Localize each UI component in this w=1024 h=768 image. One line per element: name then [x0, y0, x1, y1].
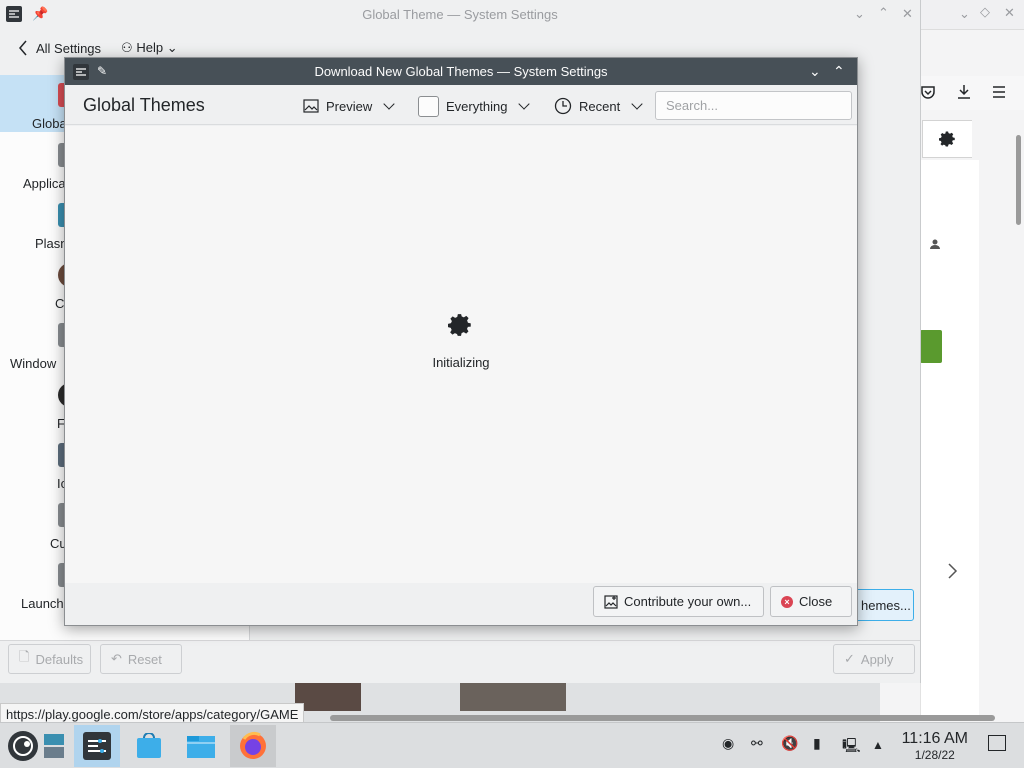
reset-icon: ↶ — [111, 651, 122, 666]
sidebar-item-global-theme[interactable]: Globa — [32, 116, 67, 131]
taskbar-file-manager[interactable] — [178, 725, 224, 767]
sidebar-item-application-style[interactable]: Applica — [23, 176, 66, 191]
tray-expand-icon[interactable]: ▲ — [872, 738, 884, 752]
close-icon: × — [781, 595, 793, 608]
help-icon: ⚇ — [121, 40, 133, 55]
checkmark-icon: ✓ — [844, 651, 855, 666]
clock-time: 11:16 AM — [901, 730, 968, 747]
search-input[interactable] — [655, 91, 852, 120]
user-icon — [930, 239, 940, 249]
show-desktop-button[interactable] — [40, 725, 68, 767]
usb-device-icon[interactable]: ▮ — [813, 735, 821, 752]
clock[interactable]: 11:16 AM 1/28/22 — [902, 730, 968, 762]
dialog-header: Global Themes Preview Everything Recent — [65, 85, 857, 125]
green-action-button[interactable] — [920, 330, 942, 363]
image-icon — [303, 99, 319, 113]
minimize-icon[interactable]: ⌄ — [959, 6, 970, 22]
discover-icon — [137, 733, 161, 758]
upload-image-icon — [604, 594, 618, 609]
maximize-icon[interactable]: ◇ — [980, 4, 990, 20]
dialog-titlebar: ✎ Download New Global Themes — System Se… — [65, 58, 857, 85]
download-themes-dialog: ✎ Download New Global Themes — System Se… — [64, 57, 858, 626]
settings-nav: All Settings ⚇ Help ⌄ — [18, 40, 178, 56]
sidebar-item-plasma-style[interactable]: Plasn — [35, 236, 68, 251]
clock-date: 1/28/22 — [914, 748, 955, 762]
dialog-header-title: Global Themes — [83, 95, 205, 115]
defaults-button[interactable]: 🗋 Defaults — [8, 644, 91, 674]
clipboard-tray-icon[interactable]: ◉ — [722, 735, 734, 752]
system-settings-icon — [83, 732, 111, 760]
desktop-icon — [44, 734, 64, 758]
download-icon[interactable] — [956, 84, 972, 100]
settings-window-title: Global Theme — System Settings — [362, 7, 558, 22]
menu-icon[interactable] — [992, 85, 1006, 99]
back-arrow-icon[interactable] — [18, 40, 28, 56]
apply-button[interactable]: ✓ Apply — [833, 644, 915, 674]
dialog-content-area: Initializing — [65, 126, 857, 584]
status-text: Initializing — [432, 355, 490, 370]
firefox-icon — [240, 731, 266, 759]
browser-content — [920, 160, 979, 720]
taskbar-discover[interactable] — [126, 725, 172, 767]
maximize-icon[interactable]: ⌃ — [833, 63, 845, 80]
contribute-button[interactable]: Contribute your own... — [593, 586, 764, 617]
reset-button[interactable]: ↶ Reset — [100, 644, 182, 674]
gear-icon — [938, 131, 955, 147]
sidebar-item-window-decorations[interactable]: Window — [10, 356, 56, 371]
horizontal-scrollbar[interactable] — [330, 715, 995, 721]
settings-bottom-bar: 🗋 Defaults ↶ Reset ✓ Apply — [0, 640, 920, 683]
get-new-themes-button[interactable]: hemes... — [852, 589, 914, 621]
theme-thumbnail[interactable] — [460, 683, 566, 711]
chevron-down-icon — [631, 98, 643, 110]
minimize-icon[interactable]: ⌄ — [854, 6, 865, 22]
sort-dropdown[interactable]: Recent — [554, 95, 643, 117]
chevron-down-icon — [518, 98, 531, 110]
folder-icon — [187, 736, 215, 758]
filter-dropdown[interactable]: Everything — [418, 95, 531, 117]
close-icon[interactable]: ✕ — [902, 6, 913, 22]
maximize-icon[interactable]: ⌃ — [878, 5, 889, 21]
vertical-scrollbar[interactable] — [1016, 135, 1021, 225]
preview-dropdown[interactable]: Preview — [303, 95, 395, 117]
settings-gear-button[interactable] — [922, 120, 972, 158]
checkbox-icon — [418, 95, 439, 117]
all-settings-link[interactable]: All Settings — [36, 41, 101, 56]
settings-titlebar: 📌 Global Theme — System Settings ⌄ ⌃ ✕ — [0, 0, 920, 30]
chevron-right-icon[interactable] — [946, 563, 958, 579]
network-share-tray-icon[interactable]: ⚯ — [751, 735, 763, 752]
dialog-title: Download New Global Themes — System Sett… — [314, 64, 608, 79]
minimize-icon[interactable]: ⌄ — [809, 63, 821, 80]
close-button[interactable]: × Close — [770, 586, 852, 617]
help-menu[interactable]: ⚇ Help ⌄ — [121, 40, 178, 56]
volume-muted-icon[interactable]: 🔇 — [781, 735, 798, 752]
taskbar-firefox[interactable] — [230, 725, 276, 767]
network-icon[interactable]: 🖳 — [842, 735, 861, 759]
pocket-icon[interactable] — [920, 84, 936, 100]
chevron-down-icon — [383, 98, 395, 110]
sidebar-item-launch-feedback[interactable]: Launch — [21, 596, 64, 611]
busy-indicator: Initializing — [65, 312, 857, 370]
taskbar: ◉ ⚯ 🔇 ▮ 🖳 ▲ 11:16 AM 1/28/22 — [0, 722, 1024, 768]
theme-thumbnail[interactable] — [295, 683, 361, 711]
gear-icon — [448, 314, 471, 336]
dialog-footer: Contribute your own... × Close — [65, 583, 857, 625]
taskbar-system-settings[interactable] — [74, 725, 120, 767]
close-icon[interactable]: ✕ — [1004, 5, 1015, 21]
show-desktop-peek-icon[interactable] — [988, 735, 1006, 751]
clock-icon — [554, 97, 572, 115]
defaults-icon: 🗋 — [19, 649, 30, 664]
opensuse-icon — [8, 731, 38, 761]
